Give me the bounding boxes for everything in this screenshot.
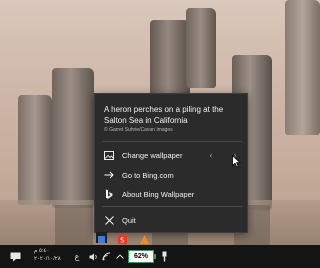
clock-date: ٢٠٢٠/١٠/٢٨ <box>34 256 61 262</box>
menu-divider <box>102 141 242 142</box>
battery-tip <box>154 254 156 259</box>
piling <box>52 68 94 208</box>
network-button[interactable] <box>101 245 113 268</box>
show-hidden-icons-button[interactable] <box>114 245 126 268</box>
battery-indicator[interactable]: 62% <box>128 250 154 263</box>
usb-device-button[interactable] <box>158 245 170 268</box>
change-wallpaper-label: Change wallpaper <box>122 150 183 160</box>
svg-text:S: S <box>120 237 125 245</box>
piling <box>186 8 216 88</box>
wallpaper-caption: A heron perches on a piling at the Salto… <box>104 105 224 125</box>
chevron-up-icon <box>116 254 124 259</box>
quit-label: Quit <box>122 215 136 225</box>
bing-wallpaper-menu: A heron perches on a piling at the Salto… <box>94 93 248 233</box>
previous-wallpaper-button[interactable]: ‹ <box>205 148 217 162</box>
system-clock[interactable]: ٥:٤٠ م ٢٠٢٠/١٠/٢٨ <box>34 247 64 263</box>
change-wallpaper-item[interactable]: Change wallpaper <box>95 146 247 164</box>
notification-icon <box>10 252 20 261</box>
close-icon <box>103 214 115 226</box>
mouse-cursor-icon <box>232 155 241 168</box>
volume-button[interactable] <box>88 245 100 268</box>
speaker-icon <box>89 253 97 260</box>
notification-center-button[interactable] <box>4 245 26 268</box>
wallpaper-credit: © Garret Suhrie/Cavan Images <box>104 127 173 133</box>
tray-overflow-icon[interactable] <box>96 232 107 243</box>
image-icon <box>103 149 115 161</box>
arrow-right-icon <box>103 169 115 181</box>
wifi-icon <box>102 252 111 261</box>
usb-icon <box>162 251 166 262</box>
about-bing-wallpaper-item[interactable]: About Bing Wallpaper <box>95 185 247 203</box>
piling <box>285 0 320 135</box>
menu-divider <box>102 206 242 207</box>
clock-time: ٥:٤٠ م <box>34 248 50 254</box>
quit-item[interactable]: Quit <box>95 211 247 229</box>
taskbar: ٥:٤٠ م ٢٠٢٠/١٠/٢٨ ع <box>0 245 320 268</box>
input-language-indicator[interactable]: ع <box>70 245 84 268</box>
about-bing-wallpaper-label: About Bing Wallpaper <box>122 189 195 199</box>
reflection <box>55 205 93 245</box>
app-tray-icon[interactable] <box>139 232 150 244</box>
go-to-bing-label: Go to Bing.com <box>122 170 174 180</box>
bing-logo-icon <box>103 188 115 200</box>
go-to-bing-item[interactable]: Go to Bing.com <box>95 166 247 184</box>
piling <box>18 95 52 205</box>
app-tray-icon[interactable]: S <box>117 232 128 245</box>
